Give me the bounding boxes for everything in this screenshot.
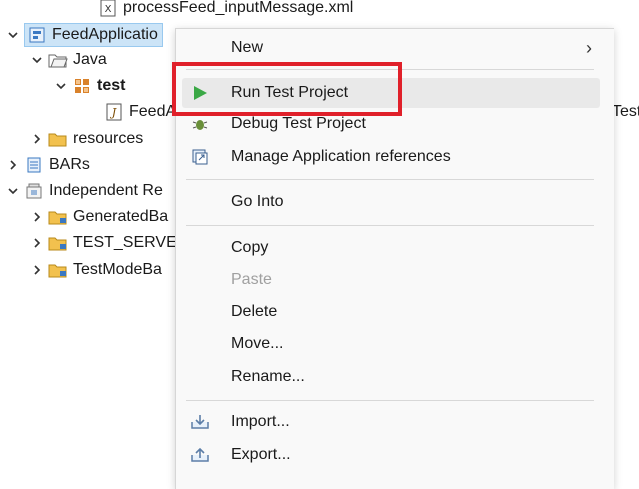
folder-icon (48, 260, 68, 280)
tree-item-testmode[interactable]: TestModeBa (30, 258, 162, 282)
menu-item-go-into[interactable]: Go Into (176, 187, 614, 217)
menu-separator (186, 179, 594, 180)
tree-item-input-message[interactable]: X processFeed_inputMessage.xml (98, 0, 353, 20)
menu-item-label: Export... (231, 446, 291, 463)
menu-item-label: Manage Application references (231, 148, 451, 165)
chevron-right-icon[interactable] (30, 263, 44, 277)
chevron-down-icon[interactable] (6, 28, 20, 42)
tree-item-label: TestModeBa (73, 261, 162, 278)
tree-item-label: Independent Re (49, 182, 163, 199)
menu-item-paste: Paste (176, 265, 614, 295)
tree-item-label: FeedApplicatio (52, 26, 158, 43)
chevron-right-icon[interactable] (6, 158, 20, 172)
svg-text:X: X (105, 4, 112, 15)
java-file-icon: J (104, 102, 124, 122)
menu-item-label: Debug Test Project (231, 115, 366, 132)
application-icon (27, 25, 47, 45)
highlight-box (172, 62, 402, 116)
tree-item-label: FeedA (129, 103, 177, 120)
tree-item-test[interactable]: test (54, 74, 125, 98)
menu-item-label: Move... (231, 335, 284, 352)
tree-item-bars[interactable]: BARs (6, 153, 90, 177)
menu-item-label: Import... (231, 413, 290, 430)
tree-item-independent[interactable]: Independent Re (6, 179, 163, 203)
tree-item-label: processFeed_inputMessage.xml (123, 0, 354, 16)
menu-item-move[interactable]: Move... (176, 329, 614, 359)
tree-item-generated[interactable]: GeneratedBa (30, 205, 168, 229)
tree-item-label: test (97, 77, 126, 94)
tree-item-label: resources (73, 130, 144, 147)
bars-icon (24, 155, 44, 175)
java-folder-icon (48, 50, 68, 70)
menu-item-manage-application-references[interactable]: Manage Application references (176, 142, 614, 172)
menu-item-label: Delete (231, 303, 278, 320)
chevron-down-icon[interactable] (54, 79, 68, 93)
menu-item-label: Go Into (231, 193, 284, 210)
tree-item-java[interactable]: Java (30, 48, 107, 72)
chevron-right-icon: › (586, 37, 592, 58)
menu-item-import[interactable]: Import... (176, 407, 614, 437)
tree-item-label: BARs (49, 156, 90, 173)
chevron-down-icon[interactable] (30, 53, 44, 67)
menu-item-label: New (231, 39, 264, 56)
menu-separator (186, 400, 594, 401)
chevron-down-icon[interactable] (6, 184, 20, 198)
library-icon (24, 181, 44, 201)
menu-item-label: Paste (231, 271, 272, 288)
menu-item-delete[interactable]: Delete (176, 297, 614, 327)
tree-item-resources[interactable]: resources (30, 127, 143, 151)
tree-item-truncated-text: Test.j (612, 103, 639, 120)
tree-item-feed-java-file[interactable]: J FeedA (104, 100, 176, 124)
tree-item-test-server[interactable]: TEST_SERVEF (30, 231, 187, 255)
menu-item-new[interactable]: New › (176, 33, 614, 63)
menu-item-rename[interactable]: Rename... (176, 362, 614, 392)
references-icon (189, 146, 211, 168)
tree-item-label: TEST_SERVEF (73, 234, 187, 251)
menu-item-export[interactable]: Export... (176, 440, 614, 470)
package-icon (72, 76, 92, 96)
folder-icon (48, 207, 68, 227)
chevron-right-icon[interactable] (30, 236, 44, 250)
xml-file-icon: X (98, 0, 118, 18)
menu-separator (186, 225, 594, 226)
tree-item-feed-application[interactable]: FeedApplicatio (6, 23, 163, 47)
tree-item-label: Java (73, 51, 107, 68)
chevron-right-icon[interactable] (30, 132, 44, 146)
menu-item-label: Copy (231, 239, 269, 256)
menu-item-label: Rename... (231, 368, 305, 385)
debug-icon (189, 113, 211, 135)
export-icon (189, 444, 211, 466)
chevron-right-icon[interactable] (30, 210, 44, 224)
menu-item-copy[interactable]: Copy (176, 233, 614, 263)
svg-text:J: J (110, 106, 117, 119)
folder-icon (48, 129, 68, 149)
selected-item[interactable]: FeedApplicatio (24, 23, 163, 47)
folder-icon (48, 233, 68, 253)
import-icon (189, 411, 211, 433)
tree-item-label: GeneratedBa (73, 208, 169, 225)
